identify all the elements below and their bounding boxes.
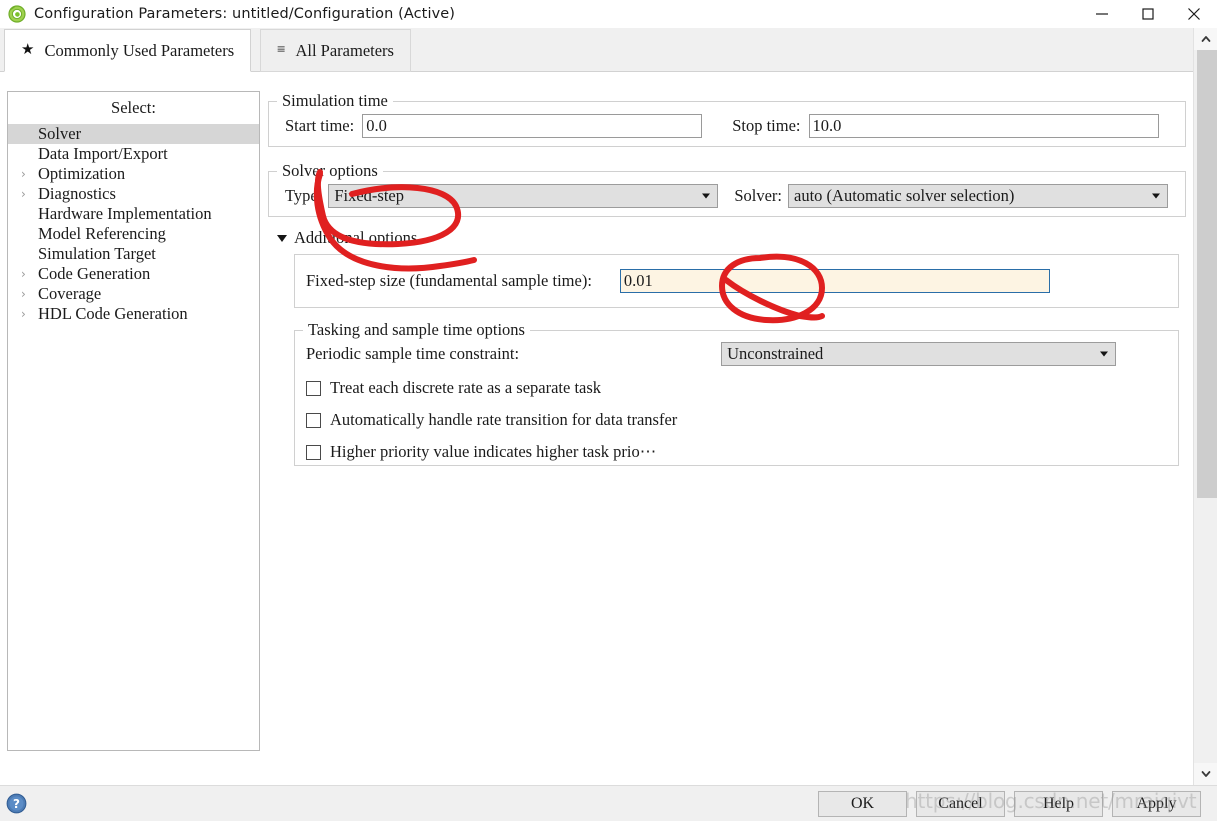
star-icon: ★: [21, 42, 35, 58]
sidebar-item-label: Optimization: [38, 164, 126, 183]
sidebar-item-solver[interactable]: Solver: [8, 124, 259, 144]
solver-value: auto (Automatic solver selection): [794, 186, 1015, 205]
chevron-right-icon[interactable]: ›: [21, 288, 26, 300]
chevron-down-icon: [1100, 351, 1109, 357]
minimize-button[interactable]: [1079, 0, 1125, 28]
checkbox-higher-priority[interactable]: [306, 444, 321, 460]
checkbox-higher-priority-label: Higher priority value indicates higher t…: [330, 442, 657, 461]
sidebar-item-coverage[interactable]: › Coverage: [8, 284, 259, 304]
sidebar-item-label: Data Import/Export: [38, 144, 168, 163]
sidebar-item-label: Model Referencing: [38, 224, 166, 243]
select-label: Select:: [111, 98, 156, 117]
scrollbar-thumb[interactable]: [1197, 50, 1217, 498]
start-time-label: Start time:: [285, 116, 355, 135]
list-icon: ≡: [277, 42, 286, 58]
chevron-right-icon[interactable]: ›: [21, 188, 26, 200]
window-controls: [1079, 0, 1217, 28]
dialog-footer: ? OK Cancel Help Apply: [0, 785, 1217, 821]
sidebar-item-label: Simulation Target: [38, 244, 156, 263]
tab-strip: ★ Commonly Used Parameters ≡ All Paramet…: [0, 28, 1193, 72]
tab-all-parameters-label: All Parameters: [295, 40, 394, 60]
tasking-options-group: Tasking and sample time options Periodic…: [294, 320, 1179, 466]
fixed-step-size-input[interactable]: [619, 269, 1050, 293]
sidebar-item-diagnostics[interactable]: › Diagnostics: [8, 184, 259, 204]
sidebar-item-model-referencing[interactable]: Model Referencing: [8, 224, 259, 244]
checkbox-separate-task-label: Treat each discrete rate as a separate t…: [330, 378, 602, 397]
solver-options-group: Solver options Type: Fixed-step Solver: …: [268, 161, 1186, 217]
checkbox-row-higher-priority[interactable]: Higher priority value indicates higher t…: [306, 442, 1178, 462]
sidebar-item-hardware-implementation[interactable]: Hardware Implementation: [8, 204, 259, 224]
scrollbar-track[interactable]: [1194, 50, 1217, 763]
fixed-step-size-label: Fixed-step size (fundamental sample time…: [306, 271, 592, 290]
chevron-right-icon[interactable]: ›: [21, 308, 26, 320]
scroll-down-button[interactable]: [1194, 763, 1217, 785]
sidebar-item-optimization[interactable]: › Optimization: [8, 164, 259, 184]
simulation-time-legend: Simulation time: [282, 91, 388, 110]
periodic-sample-time-constraint-label: Periodic sample time constraint:: [306, 344, 520, 363]
sidebar-item-hdl-code-generation[interactable]: › HDL Code Generation: [8, 304, 259, 324]
checkbox-rate-transition[interactable]: [306, 412, 321, 428]
window-title: Configuration Parameters: untitled/Confi…: [34, 6, 456, 22]
tab-all-parameters[interactable]: ≡ All Parameters: [260, 29, 411, 72]
periodic-sample-time-constraint-value: Unconstrained: [727, 344, 824, 363]
solver-type-dropdown[interactable]: Fixed-step: [328, 184, 719, 208]
tab-commonly-used-parameters-label: Commonly Used Parameters: [44, 40, 235, 60]
checkbox-row-separate-task[interactable]: Treat each discrete rate as a separate t…: [306, 378, 1178, 398]
additional-options-disclosure[interactable]: Additional options: [277, 228, 1186, 248]
stop-time-label: Stop time:: [732, 116, 801, 135]
dialog-body: Select: Solver Data Import/Export › Opti…: [0, 72, 1193, 785]
stop-time-input[interactable]: [808, 114, 1159, 138]
sidebar-item-simulation-target[interactable]: Simulation Target: [8, 244, 259, 264]
close-button[interactable]: [1171, 0, 1217, 28]
solver-options-legend: Solver options: [282, 161, 378, 180]
checkbox-row-rate-transition[interactable]: Automatically handle rate transition for…: [306, 410, 1178, 430]
cancel-button[interactable]: Cancel: [916, 791, 1005, 817]
sidebar-item-code-generation[interactable]: › Code Generation: [8, 264, 259, 284]
chevron-down-icon: [702, 193, 711, 199]
help-question-icon[interactable]: ?: [6, 793, 27, 814]
start-time-input[interactable]: [362, 114, 703, 138]
fixed-step-size-panel: Fixed-step size (fundamental sample time…: [294, 254, 1179, 308]
sidebar-item-label: Diagnostics: [38, 184, 116, 203]
simulation-time-group: Simulation time Start time: Stop time:: [268, 91, 1186, 147]
ok-button[interactable]: OK: [818, 791, 907, 817]
triangle-down-icon: [277, 234, 287, 242]
additional-options-label: Additional options: [294, 228, 418, 247]
checkbox-rate-transition-label: Automatically handle rate transition for…: [330, 410, 678, 429]
sidebar-item-label: Coverage: [38, 284, 102, 303]
vertical-scrollbar[interactable]: [1193, 28, 1217, 785]
sidebar-item-label: Solver: [38, 124, 82, 143]
tasking-options-legend: Tasking and sample time options: [308, 320, 525, 339]
help-button[interactable]: Help: [1014, 791, 1103, 817]
sidebar-item-label: HDL Code Generation: [38, 304, 188, 323]
solver-type-label: Type:: [285, 186, 323, 205]
solver-dropdown[interactable]: auto (Automatic solver selection): [788, 184, 1169, 208]
chevron-down-icon: [1152, 193, 1161, 199]
solver-type-value: Fixed-step: [334, 186, 405, 205]
maximize-button[interactable]: [1125, 0, 1171, 28]
solver-label: Solver:: [734, 186, 783, 205]
sidebar-item-data-import-export[interactable]: Data Import/Export: [8, 144, 259, 164]
chevron-right-icon[interactable]: ›: [21, 168, 26, 180]
solver-pane: Simulation time Start time: Stop time: S…: [268, 91, 1186, 751]
tab-commonly-used-parameters[interactable]: ★ Commonly Used Parameters: [4, 29, 252, 72]
chevron-right-icon[interactable]: ›: [21, 268, 26, 280]
title-bar: Configuration Parameters: untitled/Confi…: [0, 0, 1217, 28]
scroll-up-button[interactable]: [1194, 28, 1217, 50]
svg-text:?: ?: [13, 797, 20, 811]
select-tree-panel: Select: Solver Data Import/Export › Opti…: [7, 91, 260, 751]
sidebar-item-label: Hardware Implementation: [38, 204, 212, 223]
configuration-parameters-window: Configuration Parameters: untitled/Confi…: [0, 0, 1217, 821]
footer-button-bar: OK Cancel Help Apply: [818, 791, 1201, 817]
settings-tree: Solver Data Import/Export › Optimization…: [8, 124, 259, 324]
checkbox-separate-task[interactable]: [306, 380, 321, 396]
sidebar-item-label: Code Generation: [38, 264, 151, 283]
apply-button[interactable]: Apply: [1112, 791, 1201, 817]
periodic-sample-time-constraint-dropdown[interactable]: Unconstrained: [721, 342, 1117, 366]
simulink-icon: [8, 5, 26, 23]
